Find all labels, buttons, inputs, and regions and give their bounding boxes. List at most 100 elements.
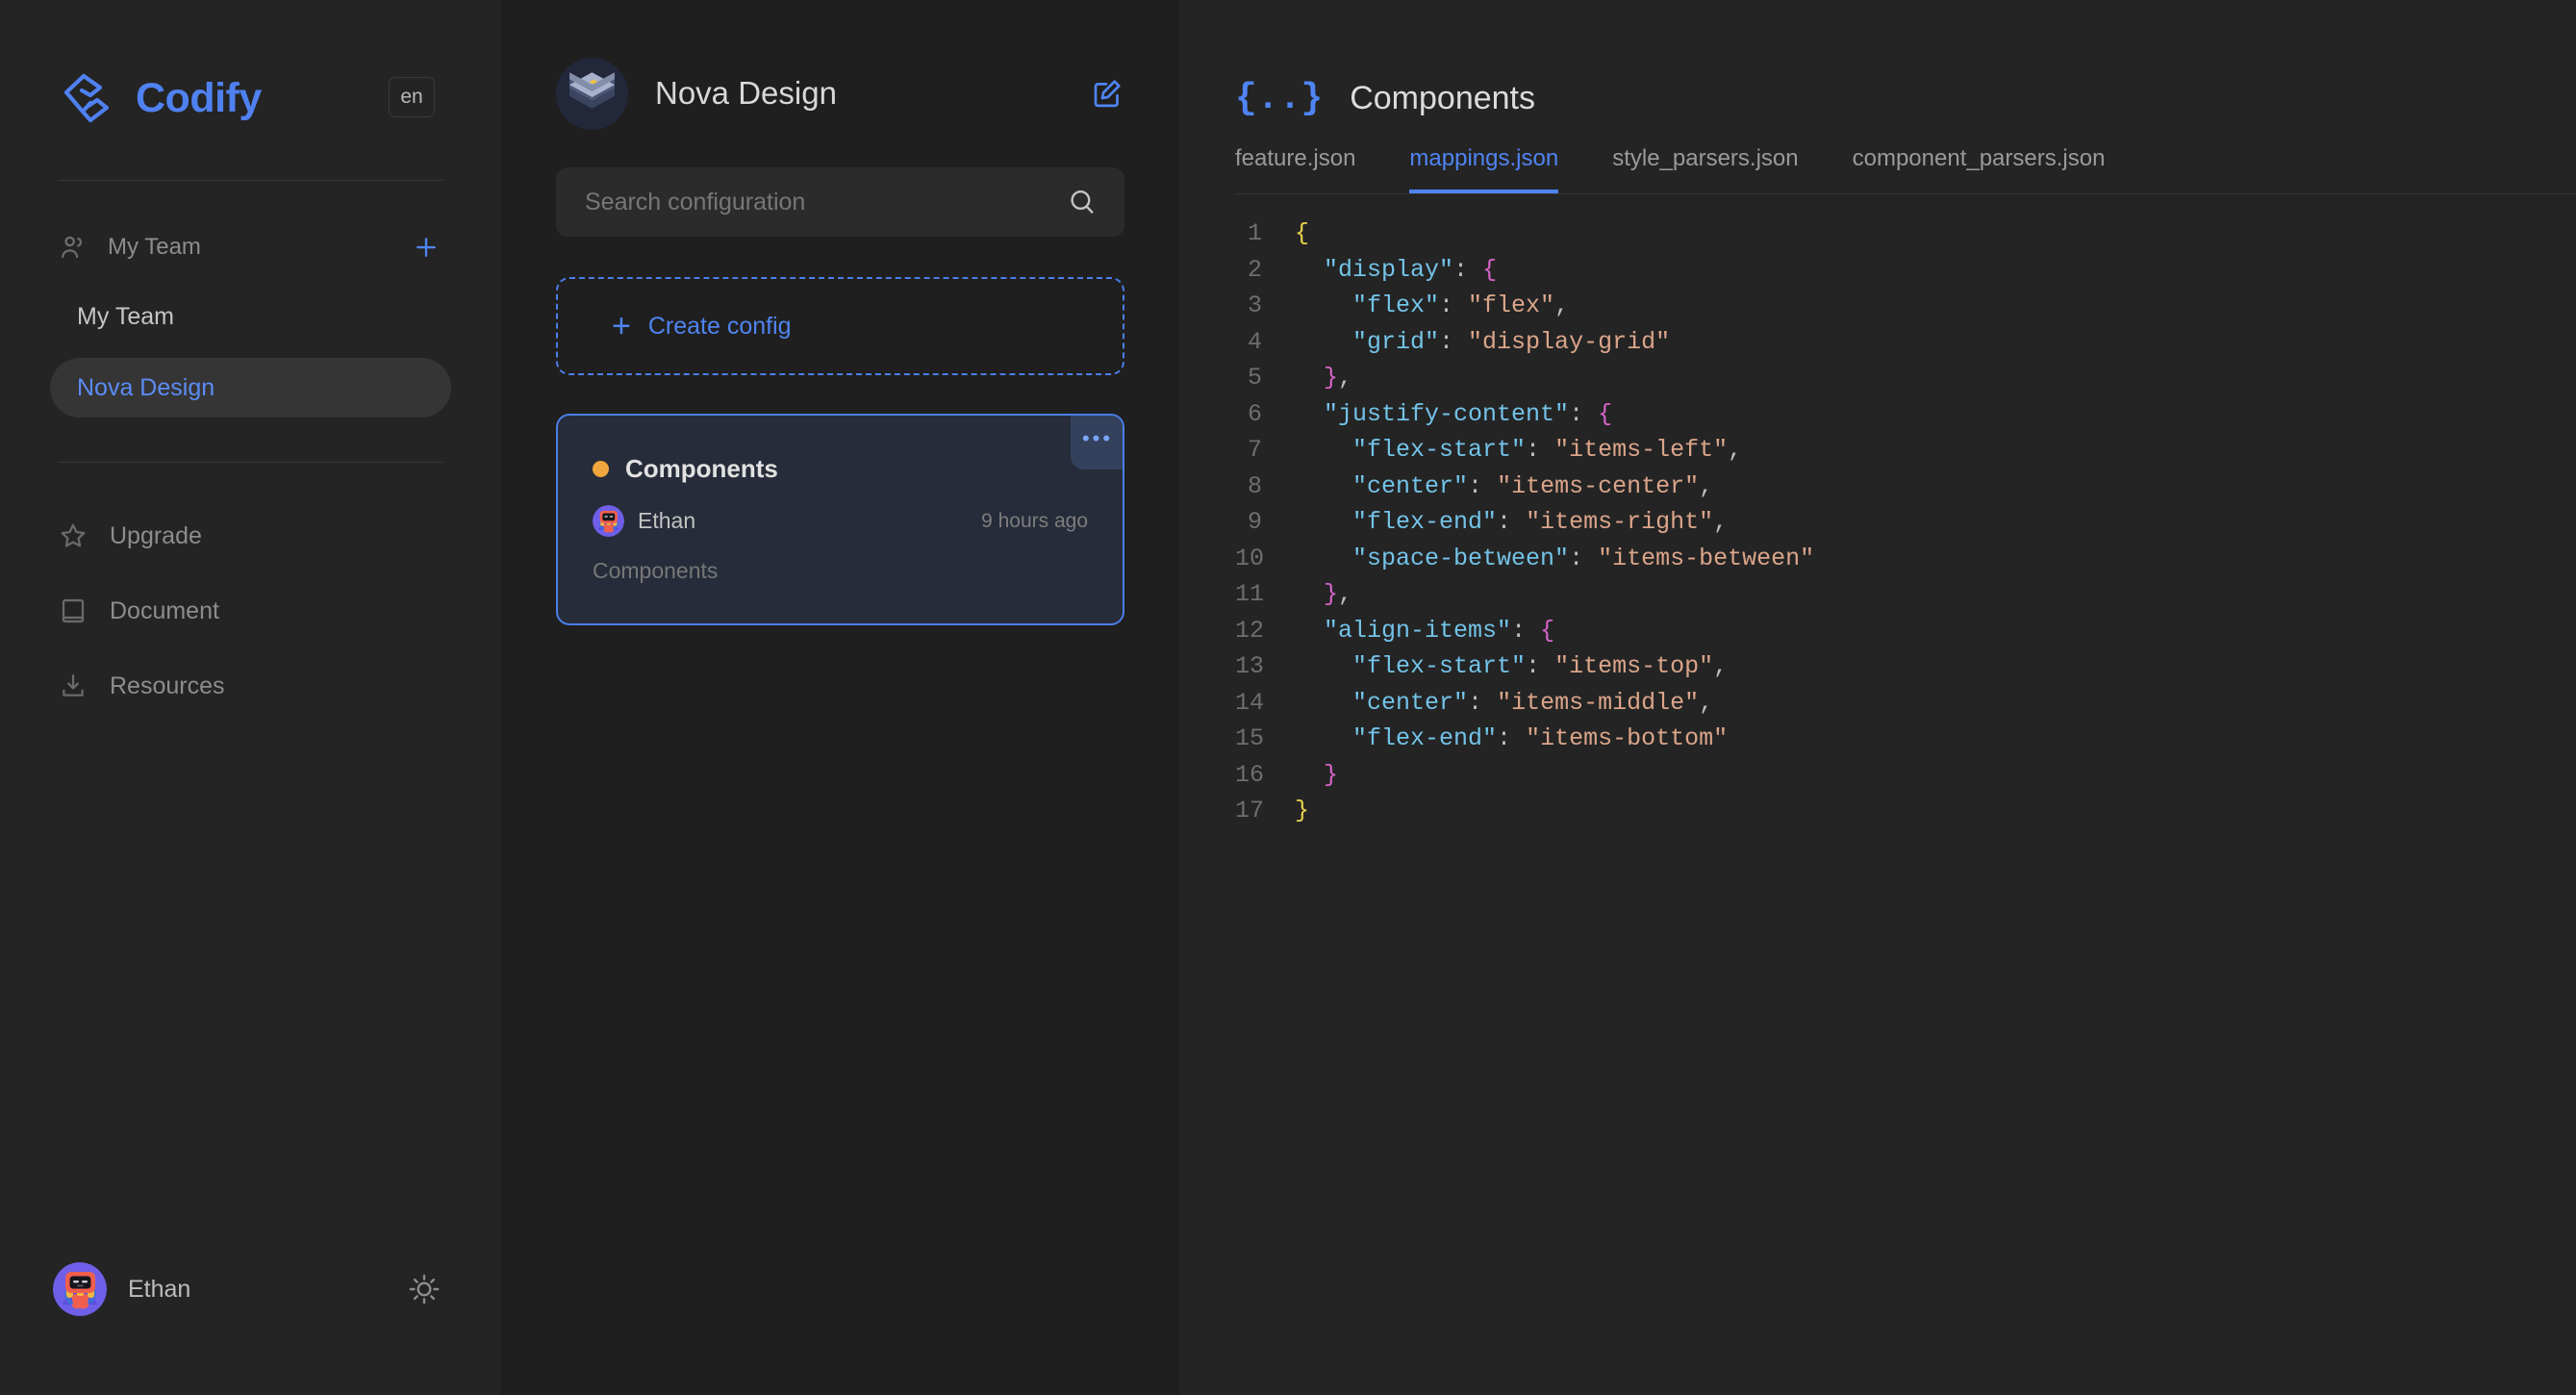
search-input[interactable] — [585, 188, 1067, 216]
code-line-content: "space-between": "items-between" — [1352, 544, 1815, 572]
download-icon — [63, 673, 84, 697]
card-meta-row: Ethan 9 hours ago — [593, 505, 1088, 537]
code-viewer-panel: {..} Components feature.json mappings.js… — [1179, 0, 2576, 1395]
line-number: 3 — [1247, 292, 1262, 319]
sidebar-item-resources[interactable]: Resources — [0, 657, 501, 715]
code-line: 11 }, — [1235, 576, 2538, 613]
code-editor[interactable]: 1{2 "display": {3 "flex": "flex", 4 "grid… — [1235, 216, 2576, 829]
line-number: 7 — [1247, 436, 1262, 464]
code-line-content: "grid": "display-grid" — [1352, 327, 1671, 356]
create-config-label: Create config — [647, 312, 792, 340]
code-line-content: "align-items": { — [1324, 616, 1555, 645]
sun-icon — [409, 1274, 440, 1305]
code-line: 1{ — [1235, 216, 2538, 252]
plus-icon — [417, 238, 436, 257]
sidebar-item-nova-design[interactable]: Nova Design — [50, 358, 451, 418]
search-icon[interactable] — [1067, 187, 1098, 217]
app-root: Codify en My Team My Team Nova Design Up… — [0, 0, 2576, 1395]
code-line: 9 "flex-end": "items-right", — [1235, 504, 2538, 541]
card-timestamp: 9 hours ago — [981, 509, 1088, 532]
line-number: 5 — [1247, 364, 1262, 392]
tab-mappings-json[interactable]: mappings.json — [1409, 145, 1559, 193]
brand-name: Codify — [136, 74, 262, 121]
tab-component-parsers-json[interactable]: component_parsers.json — [1853, 145, 2106, 193]
user-bar: Ethan — [0, 1241, 501, 1395]
create-config-button[interactable]: + Create config — [556, 277, 1124, 375]
line-number: 15 — [1235, 724, 1265, 752]
card-author: Ethan — [638, 508, 696, 533]
config-card-components[interactable]: ••• Components Ethan 9 hours ago Compone… — [556, 414, 1124, 625]
json-braces-icon: {..} — [1235, 77, 1324, 119]
sidebar-item-label: Nova Design — [77, 373, 215, 401]
codify-logo-icon — [63, 73, 110, 123]
robot-avatar-icon — [593, 505, 624, 537]
code-line-content: "flex": "flex", — [1352, 292, 1570, 319]
card-description: Components — [593, 558, 719, 583]
sidebar-divider-bottom — [58, 462, 443, 463]
code-line-content: "flex-end": "items-right", — [1352, 508, 1729, 536]
card-menu-button[interactable]: ••• — [1071, 416, 1123, 469]
user-name: Ethan — [128, 1275, 191, 1303]
theme-toggle-button[interactable] — [407, 1272, 442, 1306]
code-line-content: } — [1324, 760, 1339, 789]
code-line-content: "flex-start": "items-left", — [1352, 436, 1743, 464]
code-line-content: { — [1295, 219, 1310, 247]
code-line-content: } — [1295, 797, 1310, 824]
code-line-content: "center": "items-middle", — [1352, 688, 1714, 717]
card-title: Components — [625, 454, 778, 483]
line-number: 4 — [1247, 327, 1262, 356]
config-list-panel: Nova Design + Create config ••• — [501, 0, 1179, 1395]
code-line: 14 "center": "items-middle", — [1235, 685, 2538, 722]
code-line-content: "center": "items-center", — [1352, 471, 1714, 500]
sidebar-item-document[interactable]: Document — [0, 582, 501, 640]
status-badge — [593, 461, 609, 477]
code-line: 4 "grid": "display-grid" — [1235, 324, 2538, 361]
code-line-content: "flex-end": "items-bottom" — [1352, 724, 1729, 752]
add-team-button[interactable] — [411, 232, 442, 263]
project-title: Nova Design — [655, 75, 837, 111]
team-section-label: My Team — [108, 234, 201, 260]
page-title: Components — [1350, 79, 1535, 116]
code-line: 5 }, — [1235, 360, 2538, 396]
search-configuration-box[interactable] — [556, 167, 1124, 237]
language-switch-button[interactable]: en — [389, 77, 435, 117]
edit-square-icon — [1094, 80, 1121, 108]
code-line: 7 "flex-start": "items-left", — [1235, 432, 2538, 469]
code-line: 2 "display": { — [1235, 252, 2538, 289]
line-number: 9 — [1247, 508, 1262, 536]
sidebar-item-upgrade[interactable]: Upgrade — [0, 507, 501, 565]
code-line-content: "display": { — [1324, 255, 1498, 284]
sidebar-item-label: Document — [110, 596, 219, 624]
line-number: 13 — [1235, 652, 1265, 680]
code-line: 12 "align-items": { — [1235, 613, 2538, 649]
line-number: 10 — [1235, 544, 1265, 572]
sidebar-nav-list: Upgrade Document Resources — [0, 507, 501, 715]
sidebar-divider-top — [58, 180, 443, 181]
avatar[interactable] — [53, 1262, 107, 1316]
book-icon — [62, 598, 85, 623]
file-tabs: feature.json mappings.json style_parsers… — [1235, 135, 2576, 194]
line-number: 17 — [1235, 797, 1265, 824]
plus-icon: + — [612, 308, 631, 344]
line-number: 12 — [1235, 616, 1265, 645]
star-icon — [61, 523, 86, 547]
line-number: 2 — [1247, 255, 1262, 284]
avatar — [593, 505, 624, 537]
tab-style-parsers-json[interactable]: style_parsers.json — [1612, 145, 1798, 193]
code-line: 10 "space-between": "items-between" — [1235, 541, 2538, 577]
sidebar-item-label: Resources — [110, 672, 225, 699]
code-line: 16 } — [1235, 757, 2538, 794]
line-number: 1 — [1247, 219, 1262, 247]
code-line-content: }, — [1324, 580, 1353, 608]
line-number: 11 — [1235, 580, 1265, 608]
left-sidebar: Codify en My Team My Team Nova Design Up… — [0, 0, 501, 1395]
card-title-row: Components — [593, 454, 1088, 484]
edit-project-button[interactable] — [1090, 76, 1124, 111]
code-line: 17} — [1235, 793, 2538, 829]
line-number: 16 — [1235, 760, 1265, 789]
code-line: 13 "flex-start": "items-top", — [1235, 648, 2538, 685]
isometric-cube-icon — [556, 57, 628, 130]
tab-feature-json[interactable]: feature.json — [1235, 145, 1355, 193]
sidebar-item-my-team[interactable]: My Team — [50, 287, 451, 346]
line-number: 6 — [1247, 399, 1262, 428]
